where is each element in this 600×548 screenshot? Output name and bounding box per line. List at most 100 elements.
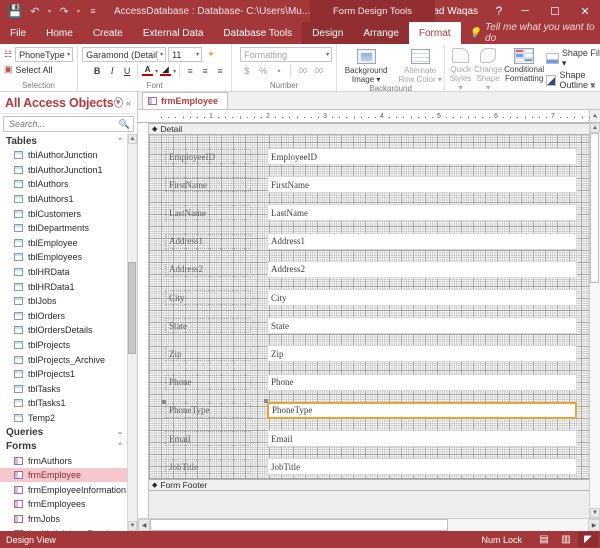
tab-format[interactable]: Format bbox=[409, 22, 461, 44]
list-item[interactable]: tblAuthorJunction bbox=[0, 148, 127, 163]
list-item[interactable]: tblTasks bbox=[0, 382, 127, 397]
navigation-search-box[interactable]: 🔍 bbox=[3, 116, 134, 132]
form-textbox-control-selected[interactable]: PhoneType bbox=[267, 402, 577, 419]
scroll-up-icon[interactable]: ▲ bbox=[590, 123, 600, 133]
detail-section-bar[interactable]: ◆ Detail bbox=[149, 123, 589, 135]
currency-button[interactable]: $ bbox=[240, 64, 254, 78]
comma-button[interactable]: • bbox=[272, 64, 286, 78]
conditional-formatting-button[interactable]: Conditional Formatting bbox=[504, 47, 544, 92]
redo-dropdown-icon[interactable]: ▾ bbox=[75, 2, 82, 20]
navigation-menu-icon[interactable]: ▾ bbox=[114, 97, 123, 108]
tab-home[interactable]: Home bbox=[36, 22, 83, 44]
help-icon[interactable]: ? bbox=[488, 0, 510, 22]
change-shape-button[interactable]: Change Shape ▾ bbox=[474, 47, 502, 92]
chevron-down-icon[interactable]: ▾ bbox=[155, 68, 158, 75]
list-item[interactable]: tblOrders bbox=[0, 309, 127, 324]
search-icon[interactable]: 🔍 bbox=[119, 119, 130, 130]
align-center-button[interactable]: ≡ bbox=[198, 64, 212, 78]
italic-button[interactable]: I bbox=[105, 64, 119, 78]
nav-group-header-forms[interactable]: Forms ⌃ bbox=[0, 439, 127, 453]
form-textbox-control[interactable]: State bbox=[267, 317, 577, 334]
chevron-up-icon[interactable]: ⌃ bbox=[117, 442, 123, 450]
scroll-left-icon[interactable]: ◀ bbox=[138, 519, 150, 531]
document-tab-frmemployee[interactable]: frmEmployee bbox=[142, 92, 228, 109]
form-label-control[interactable]: EmployeeID bbox=[165, 149, 251, 164]
chevron-down-icon[interactable]: ▾ bbox=[173, 68, 176, 75]
tab-database-tools[interactable]: Database Tools bbox=[213, 22, 302, 44]
form-textbox-control[interactable]: Address1 bbox=[267, 233, 577, 250]
list-item[interactable]: frmEmployeeInformation bbox=[0, 482, 127, 497]
design-view-button[interactable]: ◤ bbox=[578, 532, 598, 547]
form-textbox-control[interactable]: City bbox=[267, 289, 577, 306]
form-footer-area[interactable] bbox=[149, 491, 589, 518]
form-label-control[interactable]: Address2 bbox=[165, 262, 251, 277]
form-label-control[interactable]: Zip bbox=[165, 346, 251, 361]
list-item[interactable]: tblAuthorJunction1 bbox=[0, 163, 127, 178]
font-name-combo[interactable]: Garamond (Detail) ▾ bbox=[82, 47, 166, 62]
save-icon[interactable]: 💾 bbox=[6, 2, 24, 20]
tab-design[interactable]: Design bbox=[302, 22, 353, 44]
chevron-down-icon[interactable]: ⌄ bbox=[117, 428, 123, 436]
scrollbar-track[interactable] bbox=[150, 519, 588, 531]
customize-qat-icon[interactable]: ≡ bbox=[84, 2, 102, 20]
form-label-control[interactable]: Email bbox=[165, 431, 251, 446]
form-design-canvas[interactable]: ◆ Detail EmployeeIDEmployeeIDFirstNameFi… bbox=[149, 123, 589, 518]
list-item[interactable]: tblEmployee bbox=[0, 236, 127, 251]
form-textbox-control[interactable]: FirstName bbox=[267, 176, 577, 193]
section-expander-icon[interactable]: ◆ bbox=[152, 481, 157, 489]
list-item[interactable]: frmEmployees bbox=[0, 497, 127, 512]
scroll-down-icon[interactable]: ▼ bbox=[128, 521, 137, 531]
list-item[interactable]: tblHRData1 bbox=[0, 279, 127, 294]
select-all-label[interactable]: Select All bbox=[16, 65, 53, 75]
list-item[interactable]: tblAuthors1 bbox=[0, 192, 127, 207]
list-item[interactable]: tblProjects1 bbox=[0, 367, 127, 382]
form-textbox-control[interactable]: Address2 bbox=[267, 261, 577, 278]
object-select-combo[interactable]: PhoneType ▾ bbox=[15, 47, 73, 62]
align-right-button[interactable]: ≡ bbox=[213, 64, 227, 78]
shape-fill-button[interactable]: Shape Fill ▾ bbox=[546, 48, 600, 69]
percent-button[interactable]: % bbox=[256, 64, 270, 78]
scroll-up-icon[interactable]: ▲ bbox=[128, 134, 137, 144]
list-item[interactable]: tblCustomers bbox=[0, 206, 127, 221]
form-label-control[interactable]: Phone bbox=[165, 375, 251, 390]
format-painter-icon[interactable]: ✦ bbox=[204, 48, 218, 62]
scroll-right-icon[interactable]: ▶ bbox=[588, 519, 600, 531]
document-vertical-scrollbar[interactable]: ▲ ▼ bbox=[589, 123, 600, 518]
tell-me-box[interactable]: 💡 Tell me what you want to do bbox=[469, 22, 600, 44]
form-textbox-control[interactable]: Zip bbox=[267, 345, 577, 362]
form-textbox-control[interactable]: LastName bbox=[267, 204, 577, 221]
section-expander-icon[interactable]: ◆ bbox=[152, 125, 157, 133]
font-color-button[interactable]: A bbox=[141, 66, 154, 77]
underline-button[interactable]: U bbox=[120, 64, 134, 78]
form-textbox-control[interactable]: JobTitle bbox=[267, 458, 577, 475]
tab-external-data[interactable]: External Data bbox=[133, 22, 214, 44]
list-item[interactable]: tblProjects bbox=[0, 338, 127, 353]
nav-group-header-queries[interactable]: Queries ⌄ bbox=[0, 425, 127, 439]
background-color-button[interactable]: ◢ bbox=[159, 66, 172, 77]
align-left-button[interactable]: ≡ bbox=[183, 64, 197, 78]
scrollbar-thumb[interactable] bbox=[128, 262, 136, 354]
list-item[interactable]: tblOrdersDetails bbox=[0, 323, 127, 338]
resize-handle[interactable] bbox=[162, 400, 166, 404]
search-input[interactable] bbox=[7, 118, 119, 130]
list-item[interactable]: tblJobs bbox=[0, 294, 127, 309]
document-horizontal-scrollbar[interactable]: ◀ ▶ bbox=[138, 518, 600, 531]
collapse-navigation-icon[interactable]: « bbox=[123, 98, 134, 108]
sidebar-item-frmemployee[interactable]: frmEmployee bbox=[0, 468, 127, 483]
detail-section-grid[interactable]: EmployeeIDEmployeeIDFirstNameFirstNameLa… bbox=[149, 135, 589, 479]
list-item[interactable]: frmAuthors bbox=[0, 453, 127, 468]
form-textbox-control[interactable]: EmployeeID bbox=[267, 148, 577, 165]
list-item[interactable]: frmMulipleItemEmployee bbox=[0, 526, 127, 531]
nav-group-header-tables[interactable]: Tables ⌃ bbox=[0, 134, 127, 148]
scrollbar-thumb[interactable] bbox=[150, 519, 448, 531]
form-label-control[interactable]: LastName bbox=[165, 205, 251, 220]
form-view-button[interactable]: ▤ bbox=[534, 532, 554, 547]
resize-handle[interactable] bbox=[264, 399, 268, 403]
minimize-icon[interactable]: ─ bbox=[510, 0, 540, 22]
scroll-down-icon[interactable]: ▼ bbox=[590, 508, 600, 518]
quick-styles-button[interactable]: Quick Styles ▾ bbox=[449, 47, 472, 92]
list-item[interactable]: tblDepartments bbox=[0, 221, 127, 236]
form-label-control[interactable]: PhoneType bbox=[165, 403, 251, 418]
maximize-icon[interactable]: ☐ bbox=[540, 0, 570, 22]
alternate-row-color-button[interactable]: Alternate Row Color ▾ bbox=[395, 48, 445, 84]
